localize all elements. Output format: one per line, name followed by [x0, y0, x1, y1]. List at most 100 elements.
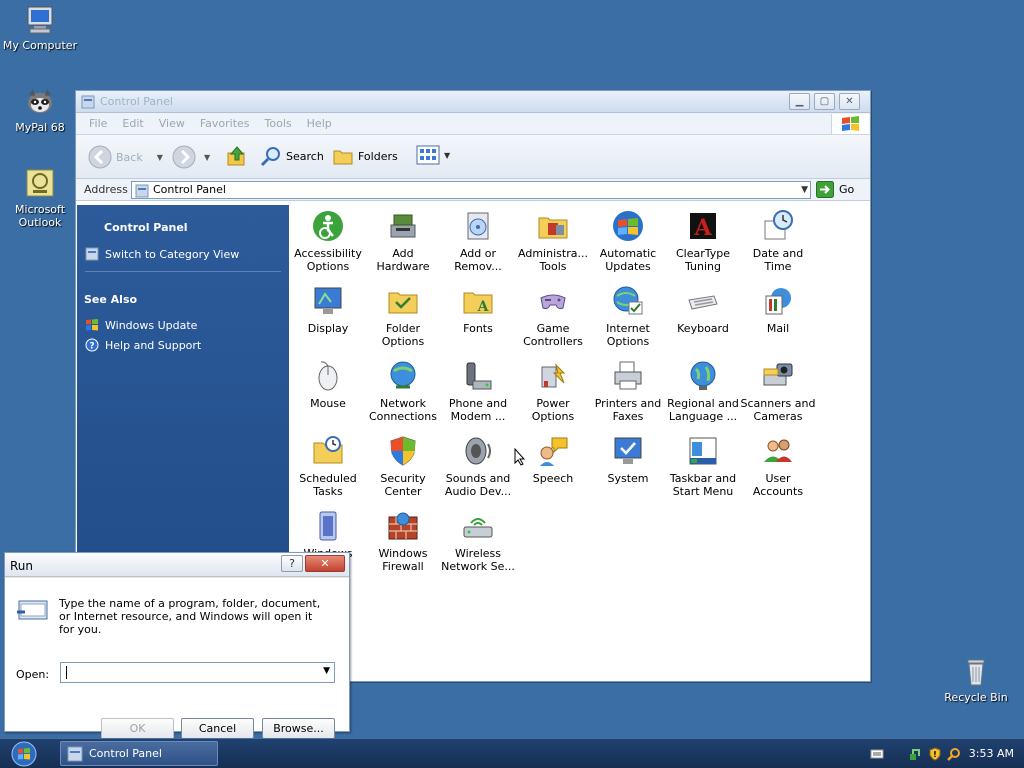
switch-category-view-link[interactable]: Switch to Category View — [85, 247, 239, 261]
browse-button[interactable]: Browse... — [262, 718, 335, 739]
cp-item-sounds-audio[interactable]: Sounds and Audio Dev... — [438, 434, 518, 498]
menu-tools[interactable]: Tools — [265, 117, 292, 130]
cp-item-accessibility[interactable]: Accessibility Options — [288, 209, 368, 273]
back-dropdown-icon[interactable]: ▼ — [157, 153, 163, 162]
go-arrow-icon — [816, 181, 834, 198]
back-button[interactable]: Back ▼ — [88, 145, 163, 169]
forward-button[interactable]: ▼ — [172, 145, 210, 169]
cp-item-user-accounts[interactable]: User Accounts — [738, 434, 818, 498]
menu-favorites[interactable]: Favorites — [200, 117, 250, 130]
search-icon — [260, 147, 280, 167]
cp-item-fonts[interactable]: A Fonts — [438, 284, 518, 335]
desktop-icon-recycle-bin[interactable]: Recycle Bin — [936, 656, 1016, 704]
cp-item-date-time[interactable]: Date and Time — [738, 209, 818, 273]
cp-item-taskbar-start-menu[interactable]: Taskbar and Start Menu — [663, 434, 743, 498]
desktop-icon-my-computer[interactable]: My Computer — [0, 4, 80, 52]
desktop-icon-outlook[interactable]: Microsoft Outlook — [0, 168, 80, 229]
cp-item-regional-language[interactable]: Regional and Language ... — [663, 359, 743, 423]
users-icon — [764, 439, 792, 462]
clock[interactable]: 3:53 AM — [969, 747, 1014, 760]
cp-item-game-controllers[interactable]: Game Controllers — [513, 284, 593, 348]
cp-item-scheduled-tasks[interactable]: Scheduled Tasks — [288, 434, 368, 498]
cp-item-printers-faxes[interactable]: Printers and Faxes — [588, 359, 668, 423]
window-titlebar[interactable]: Control Panel ▁ ▢ ✕ — [76, 91, 870, 113]
desktop-icon-label: MyPal 68 — [15, 121, 65, 134]
cp-item-folder-options[interactable]: Folder Options — [363, 284, 443, 348]
minimize-button[interactable]: ▁ — [789, 93, 810, 110]
help-support-link[interactable]: ? Help and Support — [85, 338, 201, 352]
accessibility-icon — [313, 211, 343, 241]
windows-update-link[interactable]: Windows Update — [85, 318, 197, 332]
address-dropdown-icon[interactable]: ▼ — [801, 182, 808, 198]
cp-item-internet-options[interactable]: Internet Options — [588, 284, 668, 348]
cp-item-mail[interactable]: Mail — [738, 284, 818, 335]
views-button[interactable]: ▼ — [416, 145, 450, 165]
display-icon — [314, 287, 342, 314]
folders-button[interactable]: Folders — [332, 145, 398, 167]
address-input[interactable]: Control Panel ▼ — [131, 181, 811, 199]
run-open-input[interactable]: ▼ — [60, 662, 335, 683]
search-button[interactable]: Search — [260, 145, 324, 167]
up-folder-button[interactable] — [226, 145, 252, 167]
cp-item-add-remove-programs[interactable]: Add or Remov... — [438, 209, 518, 273]
ok-button[interactable]: OK — [101, 718, 174, 739]
cp-item-system[interactable]: System — [588, 434, 668, 485]
menu-bar: File Edit View Favorites Tools Help — [76, 113, 870, 135]
go-button[interactable]: Go — [816, 181, 854, 198]
recycle-bin-icon — [967, 659, 985, 686]
cp-item-admin-tools[interactable]: Administra... Tools — [513, 209, 593, 273]
gamepad-icon — [540, 294, 566, 310]
views-grid-icon — [416, 145, 440, 165]
system-tray: ! 3:53 AM — [865, 739, 1024, 768]
control-panel-icon — [81, 95, 95, 109]
maximize-button[interactable]: ▢ — [814, 93, 835, 110]
run-dialog: Run ? ✕ Type the name of a program, fold… — [4, 552, 350, 739]
desktop-icon-mypal[interactable]: MyPal 68 — [0, 86, 80, 134]
menu-edit[interactable]: Edit — [122, 117, 143, 130]
firewall-icon — [388, 512, 418, 540]
menu-view[interactable]: View — [159, 117, 185, 130]
menu-help[interactable]: Help — [307, 117, 332, 130]
svg-text:A: A — [693, 215, 712, 241]
run-close-button[interactable]: ✕ — [305, 555, 345, 572]
cp-item-automatic-updates[interactable]: Automatic Updates — [588, 209, 668, 273]
keyboard-icon — [688, 295, 718, 310]
start-button[interactable] — [10, 741, 38, 767]
cp-item-add-hardware[interactable]: Add Hardware — [363, 209, 443, 273]
scanner-icon — [763, 363, 793, 386]
control-panel-small-icon — [85, 247, 99, 261]
cp-item-power-options[interactable]: Power Options — [513, 359, 593, 423]
run-titlebar[interactable]: Run ? ✕ — [5, 553, 349, 577]
vertical-scrollbar[interactable] — [855, 205, 869, 681]
cp-item-cleartype[interactable]: A ClearType Tuning — [663, 209, 743, 273]
forward-dropdown-icon[interactable]: ▼ — [204, 153, 210, 162]
control-panel-items: Accessibility Options Add Hardware Add or R… — [290, 205, 856, 681]
windows-logo — [831, 114, 869, 134]
phone-modem-icon — [466, 362, 492, 390]
cancel-button[interactable]: Cancel — [181, 718, 254, 739]
keyboard-layout-icon[interactable] — [870, 748, 884, 760]
cp-item-wireless-network[interactable]: Wireless Network Se... — [438, 509, 518, 573]
run-dropdown-icon[interactable]: ▼ — [323, 666, 330, 676]
search-tray-icon[interactable] — [946, 747, 961, 761]
taskbar-item-control-panel[interactable]: Control Panel — [60, 741, 218, 766]
cp-item-network-connections[interactable]: Network Connections — [363, 359, 443, 423]
cp-item-phone-modem[interactable]: Phone and Modem ... — [438, 359, 518, 423]
cp-item-mouse[interactable]: Mouse — [288, 359, 368, 410]
cp-item-keyboard[interactable]: Keyboard — [663, 284, 743, 335]
network-tray-icon[interactable] — [909, 747, 923, 761]
task-pane-divider — [85, 271, 281, 272]
raccoon-browser-icon — [28, 89, 52, 113]
close-button[interactable]: ✕ — [839, 93, 860, 110]
mouse-icon — [318, 361, 338, 391]
window-title: Control Panel — [100, 95, 173, 108]
cp-item-scanners-cameras[interactable]: Scanners and Cameras — [738, 359, 818, 423]
cp-item-windows-firewall[interactable]: Windows Firewall — [363, 509, 443, 573]
menu-file[interactable]: File — [89, 117, 107, 130]
cp-item-security-center[interactable]: Security Center — [363, 434, 443, 498]
cp-item-display[interactable]: Display — [288, 284, 368, 335]
security-tray-icon[interactable]: ! — [928, 746, 942, 761]
folders-icon — [333, 150, 353, 165]
windows-flag-icon — [613, 211, 643, 241]
run-help-button[interactable]: ? — [281, 555, 303, 572]
